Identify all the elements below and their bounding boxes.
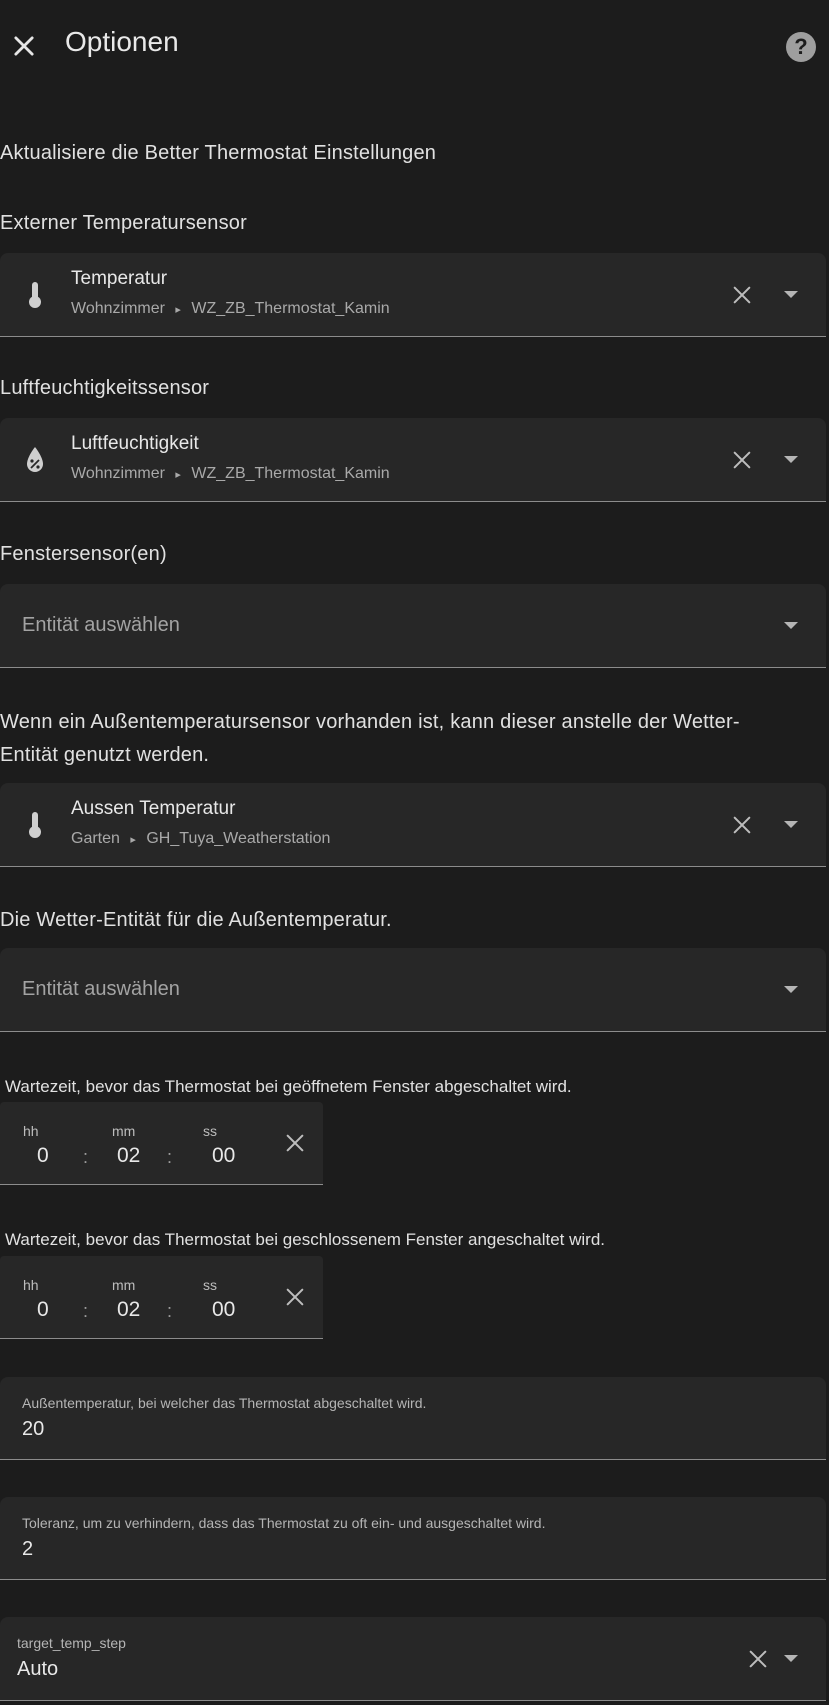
area-name: Garten: [71, 830, 120, 847]
outdoor-sensor-label-line2: Entität genutzt werden.: [0, 744, 210, 766]
clear-icon[interactable]: [731, 284, 753, 306]
clear-icon[interactable]: [284, 1132, 306, 1154]
target-temp-step-select[interactable]: target_temp_step Auto: [0, 1617, 826, 1701]
minutes-label: mm: [112, 1123, 136, 1139]
temp-sensor-breadcrumb: Wohnzimmer ▸ WZ_ZB_Thermostat_Kamin: [71, 300, 390, 318]
off-temperature-field[interactable]: Außentemperatur, bei welcher das Thermos…: [0, 1377, 826, 1460]
time-separator: :: [83, 1301, 89, 1321]
hours-label: hh: [23, 1123, 39, 1139]
hours-value[interactable]: 0: [37, 1298, 49, 1322]
chevron-down-icon[interactable]: [784, 1655, 798, 1662]
outdoor-sensor-picker[interactable]: Aussen Temperatur Garten ▸ GH_Tuya_Weath…: [0, 783, 826, 867]
thermometer-icon: [29, 282, 41, 308]
breadcrumb-arrow: ▸: [130, 834, 136, 846]
target-temp-step-label: target_temp_step: [17, 1635, 126, 1651]
temp-sensor-picker[interactable]: Temperatur Wohnzimmer ▸ WZ_ZB_Thermostat…: [0, 253, 826, 337]
time-separator: :: [167, 1147, 173, 1167]
humidity-sensor-title: Luftfeuchtigkeit: [71, 433, 199, 454]
weather-entity-label: Die Wetter-Entität für die Außentemperat…: [0, 909, 392, 931]
chevron-down-icon[interactable]: [784, 456, 798, 463]
window-open-delay-input[interactable]: hh mm ss 0 : 02 : 00: [0, 1102, 323, 1185]
minutes-value[interactable]: 02: [117, 1298, 140, 1322]
page-title: Optionen: [65, 26, 179, 57]
window-close-delay-label: Wartezeit, bevor das Thermostat bei gesc…: [5, 1230, 606, 1249]
off-temperature-label: Außentemperatur, bei welcher das Thermos…: [22, 1395, 427, 1411]
minutes-value[interactable]: 02: [117, 1144, 140, 1168]
chevron-down-icon[interactable]: [784, 821, 798, 828]
humidity-sensor-picker[interactable]: Luftfeuchtigkeit Wohnzimmer ▸ WZ_ZB_Ther…: [0, 418, 826, 502]
temp-sensor-title: Temperatur: [71, 268, 168, 289]
area-name: Wohnzimmer: [71, 465, 165, 482]
seconds-value[interactable]: 00: [212, 1298, 235, 1322]
tolerance-field[interactable]: Toleranz, um zu verhindern, dass das The…: [0, 1497, 826, 1580]
close-icon[interactable]: [10, 32, 38, 60]
minutes-label: mm: [112, 1277, 136, 1293]
weather-entity-picker[interactable]: Entität auswählen: [0, 948, 826, 1032]
seconds-label: ss: [203, 1277, 217, 1293]
intro-text: Aktualisiere die Better Thermostat Einst…: [0, 142, 437, 164]
tolerance-label: Toleranz, um zu verhindern, dass das The…: [22, 1515, 546, 1531]
help-icon[interactable]: ?: [786, 32, 816, 62]
hours-value[interactable]: 0: [37, 1144, 49, 1168]
device-name: GH_Tuya_Weatherstation: [146, 830, 331, 847]
device-name: WZ_ZB_Thermostat_Kamin: [191, 300, 390, 317]
water-percent-icon: [27, 447, 43, 472]
off-temperature-value[interactable]: 20: [22, 1418, 44, 1441]
clear-icon[interactable]: [284, 1286, 306, 1308]
hours-label: hh: [23, 1277, 39, 1293]
time-separator: :: [167, 1301, 173, 1321]
humidity-sensor-label: Luftfeuchtigkeitssensor: [0, 377, 210, 399]
seconds-label: ss: [203, 1123, 217, 1139]
tolerance-value[interactable]: 2: [22, 1538, 33, 1561]
clear-icon[interactable]: [731, 449, 753, 471]
breadcrumb-arrow: ▸: [175, 469, 181, 481]
window-close-delay-input[interactable]: hh mm ss 0 : 02 : 00: [0, 1256, 323, 1339]
chevron-down-icon[interactable]: [784, 291, 798, 298]
weather-entity-placeholder: Entität auswählen: [22, 978, 180, 1000]
outdoor-sensor-label-line1: Wenn ein Außentemperatursensor vorhanden…: [0, 711, 740, 733]
window-sensor-label: Fenstersensor(en): [0, 543, 167, 565]
window-sensor-placeholder: Entität auswählen: [22, 614, 180, 636]
chevron-down-icon[interactable]: [784, 986, 798, 993]
humidity-sensor-breadcrumb: Wohnzimmer ▸ WZ_ZB_Thermostat_Kamin: [71, 465, 390, 483]
clear-icon[interactable]: [747, 1648, 769, 1670]
chevron-down-icon[interactable]: [784, 622, 798, 629]
outdoor-sensor-breadcrumb: Garten ▸ GH_Tuya_Weatherstation: [71, 830, 330, 848]
area-name: Wohnzimmer: [71, 300, 165, 317]
target-temp-step-value: Auto: [17, 1658, 59, 1680]
clear-icon[interactable]: [731, 814, 753, 836]
temp-sensor-label: Externer Temperatursensor: [0, 212, 247, 234]
device-name: WZ_ZB_Thermostat_Kamin: [191, 465, 390, 482]
seconds-value[interactable]: 00: [212, 1144, 235, 1168]
thermometer-icon: [29, 812, 41, 838]
window-open-delay-label: Wartezeit, bevor das Thermostat bei geöf…: [5, 1077, 572, 1096]
outdoor-sensor-title: Aussen Temperatur: [71, 798, 236, 819]
time-separator: :: [83, 1147, 89, 1167]
window-sensor-picker[interactable]: Entität auswählen: [0, 584, 826, 668]
breadcrumb-arrow: ▸: [175, 304, 181, 316]
